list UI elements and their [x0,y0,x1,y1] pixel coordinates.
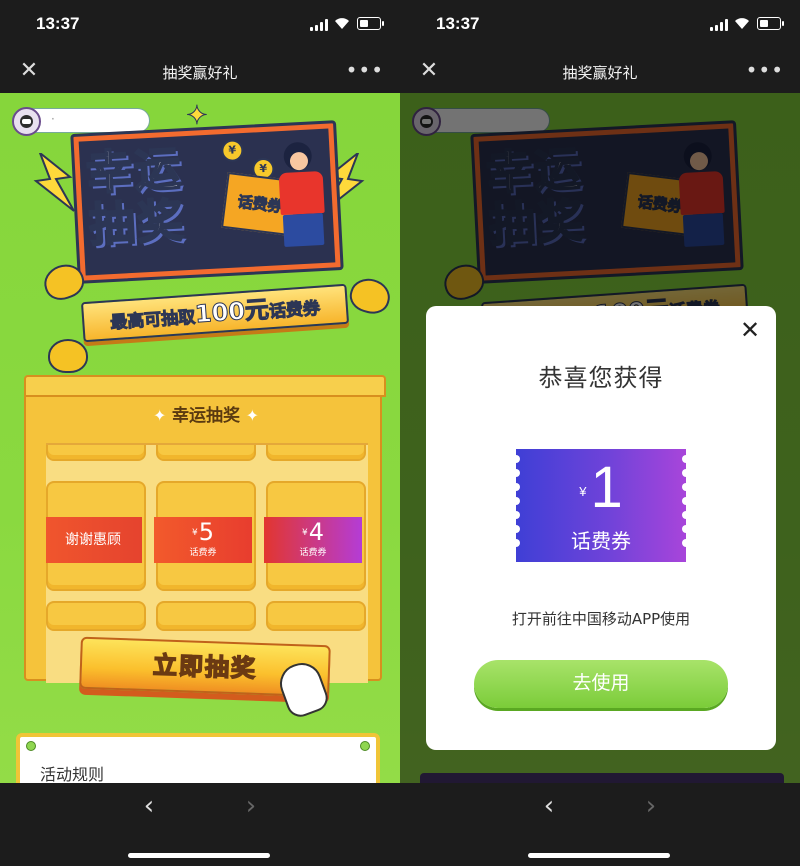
forward-icon[interactable]: › [638,793,664,819]
browser-toolbar: ‹ › [400,783,800,866]
dialog-title: 恭喜您获得 [538,364,664,392]
forward-icon[interactable]: › [238,793,264,819]
prize-cell [156,445,256,461]
home-indicator[interactable] [128,853,270,858]
battery-icon [357,17,384,30]
rules-card: 活动规则 [16,733,380,783]
status-bar: 13:37 [0,0,400,50]
page-title: 抽奖赢好礼 [562,64,638,82]
status-time: 13:37 [36,14,80,33]
coupon-amount: ¥1 [579,455,623,520]
close-icon[interactable]: ✕ [418,60,440,82]
prize-cell [156,601,256,631]
home-indicator[interactable] [528,853,670,858]
lightning-icon [33,153,75,212]
chick-mascot-icon [48,339,88,373]
more-icon[interactable]: ••• [746,58,784,82]
back-icon[interactable]: ‹ [536,793,562,819]
prize-cell [46,601,146,631]
browser-toolbar: ‹ › [0,783,400,866]
wifi-icon [335,18,349,29]
panel-title: ✦ 幸运抽奖 ✦ [153,406,259,426]
prize-cell [266,601,366,631]
more-icon[interactable]: ••• [346,58,384,82]
left-screen: 13:37 ✕ 抽奖赢好礼 ••• · ✦ 幸运 抽奖 ¥ ¥ 话费券 最高可抽… [0,0,400,866]
prize-cell [46,445,146,461]
prize-cell-thanks: 谢谢惠顾 [46,481,146,591]
coupon-card: ¥1 话费券 [512,449,690,562]
modal-backdrop[interactable]: ✕ 恭喜您获得 ¥1 话费券 打开前往中国移动APP使用 去使用 [400,93,800,783]
coupon-label: 话费券 [571,529,631,553]
nav-bar: ✕ 抽奖赢好礼 ••• [0,50,400,93]
chick-mascot-icon [346,274,394,318]
prize-cell [266,445,366,461]
status-bar: 13:37 [400,0,800,50]
status-time: 13:37 [436,14,480,33]
battery-icon [757,17,784,30]
page-title: 抽奖赢好礼 [162,64,238,82]
signal-icon [310,19,328,31]
prize-panel: ✦ 幸运抽奖 ✦ 谢谢惠顾 ¥5 话费券 ¥4 话费券 [24,375,386,683]
prize-cell-coupon-4: ¥4 话费券 [264,481,366,591]
prize-dialog: ✕ 恭喜您获得 ¥1 话费券 打开前往中国移动APP使用 去使用 [426,306,776,750]
rules-title: 活动规则 [40,765,105,783]
user-pill: · [12,107,150,136]
lottery-page: · ✦ 幸运 抽奖 ¥ ¥ 话费券 最高可抽取100元话费券 ✦ 幸运抽奖 ✦ … [0,93,400,783]
hero-banner: 幸运 抽奖 ¥ ¥ 话费券 [70,120,344,284]
dialog-description: 打开前往中国移动APP使用 [511,610,691,628]
right-screen: 13:37 ✕ 抽奖赢好礼 ••• 幸运 抽奖 话费券 [400,0,800,866]
wifi-icon [735,18,749,29]
hero-title: 幸运 抽奖 [84,140,187,253]
close-icon[interactable]: ✕ [738,318,762,342]
close-icon[interactable]: ✕ [18,60,40,82]
character-illustration [275,141,333,254]
nav-bar: ✕ 抽奖赢好礼 ••• [400,50,800,93]
prize-cell-coupon-5: ¥5 话费券 [154,481,256,591]
subtitle-banner: 最高可抽取100元话费券 [80,283,350,343]
use-coupon-button[interactable]: 去使用 [474,660,728,708]
signal-icon [710,19,728,31]
user-name: · [51,112,55,126]
avatar [12,107,41,136]
back-icon[interactable]: ‹ [136,793,162,819]
